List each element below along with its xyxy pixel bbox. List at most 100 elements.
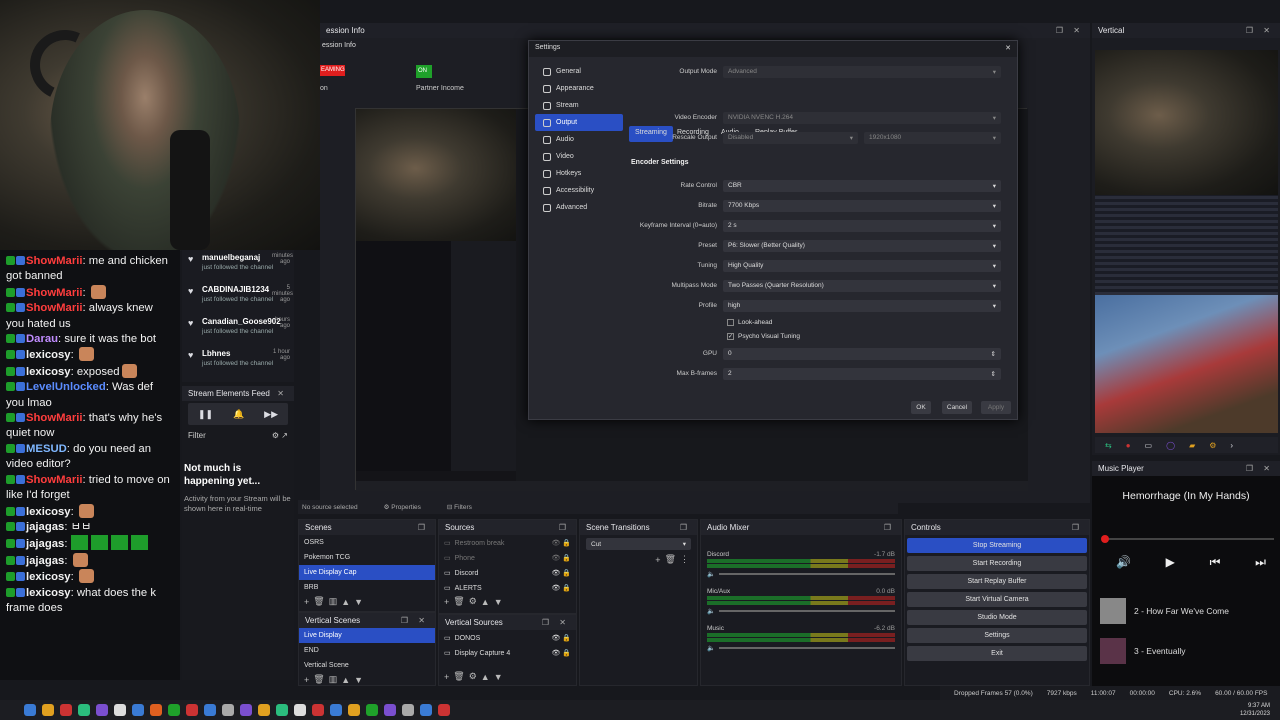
rescale-select[interactable]: Disabled ▾ xyxy=(723,131,858,144)
taskbar-app-icon[interactable] xyxy=(384,704,396,716)
list-item[interactable]: Live Display xyxy=(299,628,435,643)
volume-slider[interactable] xyxy=(719,573,895,575)
taskbar-app-icon[interactable] xyxy=(96,704,108,716)
chat-username[interactable]: lexicosy xyxy=(26,366,71,378)
taskbar-app-icon[interactable] xyxy=(330,704,342,716)
speaker-icon[interactable]: 🔈 xyxy=(707,607,715,615)
down-icon[interactable]: ▼ xyxy=(354,675,363,685)
toggle-icon[interactable]: ⇆ xyxy=(1105,441,1112,450)
settings-nav-hotkeys[interactable]: Hotkeys xyxy=(535,165,623,182)
trash-icon[interactable]: 🗑 xyxy=(453,596,464,607)
visibility-icon[interactable]: 👁 🔒 xyxy=(551,649,571,657)
next-icon[interactable]: ⏭ xyxy=(1255,555,1266,570)
control-exit[interactable]: Exit xyxy=(907,646,1087,661)
popout-icon[interactable]: ↗ xyxy=(281,431,288,440)
source-item[interactable]: ▭ DONOS 👁 🔒 xyxy=(439,630,576,645)
taskbar-app-icon[interactable] xyxy=(402,704,414,716)
taskbar-app-icon[interactable] xyxy=(186,704,198,716)
control-start-replay-buffer[interactable]: Start Replay Buffer xyxy=(907,574,1087,589)
settings-nav-stream[interactable]: Stream xyxy=(535,97,623,114)
ok-button[interactable]: OK xyxy=(911,401,931,414)
bell-icon[interactable]: 🔔 xyxy=(233,409,244,420)
gpu-spinbox[interactable]: 0 ⇕ xyxy=(723,347,1001,360)
chat-username[interactable]: ShowMarii xyxy=(26,287,83,299)
settings-nav-video[interactable]: Video xyxy=(535,148,623,165)
taskbar-app-icon[interactable] xyxy=(24,704,36,716)
list-item[interactable]: Live Display Cap xyxy=(299,565,435,580)
close-icon[interactable]: ✕ xyxy=(1005,44,1011,54)
taskbar-app-icon[interactable] xyxy=(78,704,90,716)
field-select[interactable]: 2 s ▾ xyxy=(723,219,1001,232)
chat-username[interactable]: jajagas xyxy=(26,555,64,567)
trash-icon[interactable]: 🗑 xyxy=(665,554,676,565)
filters-button[interactable]: ⊟ Filters xyxy=(447,503,472,511)
chat-username[interactable]: lexicosy xyxy=(26,349,71,361)
trash-icon[interactable]: 🗑 xyxy=(313,674,324,685)
taskbar-app-icon[interactable] xyxy=(132,704,144,716)
taskbar-app-icon[interactable] xyxy=(438,704,450,716)
taskbar-app-icon[interactable] xyxy=(312,704,324,716)
filter-icon[interactable]: ▥ xyxy=(329,596,338,607)
field-select[interactable]: Two Passes (Quarter Resolution) ▾ xyxy=(723,279,1001,292)
filter-icon[interactable]: ▥ xyxy=(329,674,338,685)
control-studio-mode[interactable]: Studio Mode xyxy=(907,610,1087,625)
taskbar-app-icon[interactable] xyxy=(204,704,216,716)
folder-icon[interactable]: ▰ xyxy=(1189,441,1195,450)
add-icon[interactable]: + xyxy=(444,597,449,607)
chat-username[interactable]: jajagas xyxy=(26,521,64,533)
properties-button[interactable]: ⚙ Properties xyxy=(384,503,421,511)
chat-username[interactable]: lexicosy xyxy=(26,506,71,518)
up-icon[interactable]: ▲ xyxy=(481,672,490,682)
gear-icon[interactable]: ⚙ xyxy=(469,671,477,682)
volume-slider[interactable] xyxy=(719,647,895,649)
list-item[interactable]: END xyxy=(299,643,435,658)
taskbar-app-icon[interactable] xyxy=(42,704,54,716)
chat-username[interactable]: ShowMarii xyxy=(26,412,83,424)
bframes-spinbox[interactable]: 2 ⇕ xyxy=(723,367,1001,380)
transition-select[interactable]: Cut ▾ xyxy=(586,538,691,550)
settings-nav-output[interactable]: Output xyxy=(535,114,623,131)
settings-nav-general[interactable]: General xyxy=(535,63,623,80)
chat-username[interactable]: lexicosy xyxy=(26,571,71,583)
down-icon[interactable]: ▼ xyxy=(494,672,503,682)
control-settings[interactable]: Settings xyxy=(907,628,1087,643)
output-mode-select[interactable]: Advanced ▾ xyxy=(723,65,1001,78)
visibility-icon[interactable]: 👁 🔒 xyxy=(551,569,571,577)
chat-username[interactable]: ShowMarii xyxy=(26,302,83,314)
field-select[interactable]: CBR ▾ xyxy=(723,179,1001,192)
apply-button[interactable]: Apply xyxy=(981,401,1011,414)
list-item[interactable]: Vertical Scene xyxy=(299,658,435,673)
lookahead-checkbox[interactable]: Look-ahead xyxy=(727,319,772,326)
play-icon[interactable]: ▶ xyxy=(1166,555,1175,570)
down-icon[interactable]: ▼ xyxy=(354,597,363,607)
up-icon[interactable]: ▲ xyxy=(481,597,490,607)
volume-slider[interactable] xyxy=(719,610,895,612)
video-encoder-select[interactable]: NVIDIA NVENC H.264 ▾ xyxy=(723,111,1001,124)
list-item[interactable]: OSRS xyxy=(299,535,435,550)
cancel-button[interactable]: Cancel xyxy=(942,401,972,414)
pause-icon[interactable]: ❚❚ xyxy=(198,409,213,420)
visibility-icon[interactable]: 👁 🔒 xyxy=(551,634,571,642)
visibility-icon[interactable]: 👁 🔒 xyxy=(551,554,571,562)
visibility-icon[interactable]: 👁 🔒 xyxy=(551,539,571,547)
settings-nav-audio[interactable]: Audio xyxy=(535,131,623,148)
settings-nav-accessibility[interactable]: Accessibility xyxy=(535,182,623,199)
chevron-icon[interactable]: › xyxy=(1230,441,1233,450)
gear-icon[interactable]: ⚙ xyxy=(469,596,477,607)
list-item[interactable]: Pokemon TCG xyxy=(299,550,435,565)
taskbar-app-icon[interactable] xyxy=(240,704,252,716)
source-item[interactable]: ▭ Restroom break 👁 🔒 xyxy=(439,535,576,550)
taskbar-app-icon[interactable] xyxy=(294,704,306,716)
taskbar-app-icon[interactable] xyxy=(114,704,126,716)
close-icon[interactable]: ✕ xyxy=(277,389,288,398)
up-icon[interactable]: ▲ xyxy=(341,597,350,607)
source-item[interactable]: ▭ Display Capture 4 👁 🔒 xyxy=(439,645,576,660)
taskbar-app-icon[interactable] xyxy=(168,704,180,716)
volume-icon[interactable]: 🔊 xyxy=(1116,555,1131,570)
circle-icon[interactable]: ◯ xyxy=(1166,441,1175,450)
window-icon[interactable]: ▭ xyxy=(1145,441,1153,450)
settings-icon[interactable]: ⚙ xyxy=(1209,441,1216,450)
field-select[interactable]: high ▾ xyxy=(723,299,1001,312)
previous-icon[interactable]: ⏮ xyxy=(1210,555,1221,570)
add-icon[interactable]: + xyxy=(304,597,309,607)
